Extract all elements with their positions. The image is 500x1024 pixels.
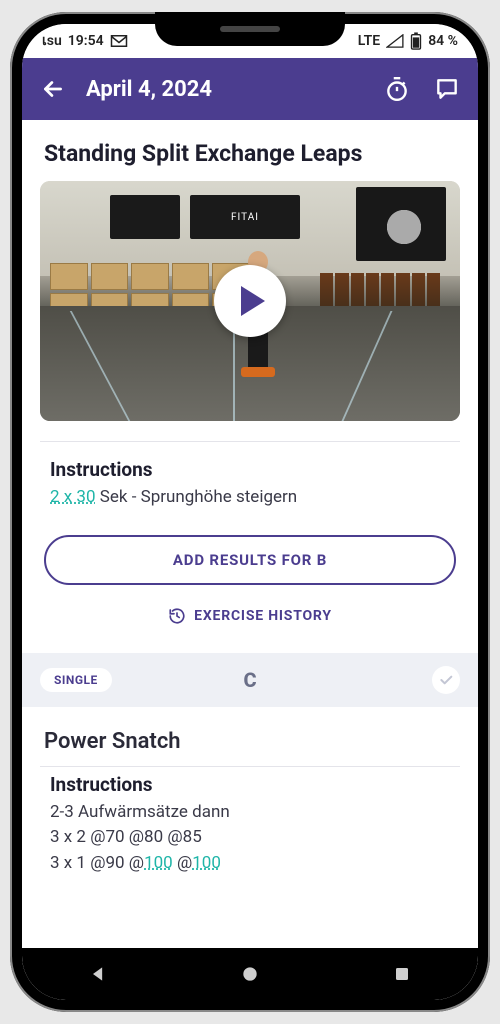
video-banner-text: FITAI: [190, 195, 300, 239]
section-letter: C: [243, 668, 256, 692]
signal-icon: [386, 34, 404, 48]
instructions-line-3: 3 x 1 @90 @100 @100: [50, 851, 450, 877]
nav-back-button[interactable]: [78, 954, 118, 994]
network-label: LTE: [358, 33, 380, 49]
gmail-icon: [110, 34, 128, 48]
sets-reps-rest: Sek - Sprunghöhe steigern: [96, 487, 298, 507]
exercise2-title: Power Snatch: [22, 707, 478, 764]
chat-icon: [434, 76, 460, 102]
back-button[interactable]: [36, 72, 70, 106]
instructions-heading: Instructions: [50, 458, 450, 481]
stopwatch-icon: [384, 76, 410, 102]
exercise-history-button[interactable]: EXERCISE HISTORY: [22, 607, 478, 625]
sets-reps-link[interactable]: 2 x 30: [50, 487, 96, 507]
instructions-heading: Instructions: [50, 773, 450, 796]
history-icon: [168, 607, 186, 625]
android-nav-bar: [22, 948, 478, 1000]
battery-percent: 84 %: [428, 33, 458, 49]
play-icon: [241, 286, 265, 316]
nav-home-button[interactable]: [230, 954, 270, 994]
instructions-line-1: 2-3 Aufwärmsätze dann: [50, 800, 450, 826]
instructions-text: 2 x 30 Sek - Sprunghöhe steigern: [50, 485, 450, 511]
circle-home-icon: [240, 964, 260, 984]
main-content[interactable]: Standing Split Exchange Leaps FITAI: [22, 120, 478, 948]
square-recent-icon: [393, 965, 411, 983]
section-header-c[interactable]: SINGLE C: [22, 653, 478, 707]
chat-button[interactable]: [430, 72, 464, 106]
add-results-label: ADD RESULTS FOR B: [173, 551, 327, 569]
section-chip-single: SINGLE: [40, 668, 112, 692]
exercise-title: Standing Split Exchange Leaps: [22, 120, 478, 181]
add-results-button[interactable]: ADD RESULTS FOR B: [44, 535, 456, 585]
section-complete-toggle[interactable]: [432, 666, 460, 694]
page-title: April 4, 2024: [86, 77, 364, 102]
phone-device-frame: เsu 19:54 LTE 84 % April 4, 2024: [10, 12, 490, 1012]
instructions-block: Instructions 2 x 30 Sek - Sprunghöhe ste…: [22, 442, 478, 529]
carrier-label: เsu: [42, 30, 62, 52]
weight-link-2[interactable]: 100: [192, 853, 221, 873]
nav-recent-button[interactable]: [382, 954, 422, 994]
history-label: EXERCISE HISTORY: [194, 608, 332, 624]
arrow-left-icon: [40, 76, 66, 102]
weight-link-1[interactable]: 100: [144, 853, 173, 873]
status-time: 19:54: [68, 33, 104, 49]
triangle-back-icon: [88, 964, 108, 984]
timer-button[interactable]: [380, 72, 414, 106]
play-button[interactable]: [214, 265, 286, 337]
device-notch: [155, 12, 345, 46]
check-icon: [438, 672, 454, 688]
instructions-line-2: 3 x 2 @70 @80 @85: [50, 825, 450, 851]
exercise-video-thumbnail[interactable]: FITAI: [40, 181, 460, 421]
exercise2-instructions: Instructions 2-3 Aufwärmsätze dann 3 x 2…: [22, 767, 478, 877]
screen: เsu 19:54 LTE 84 % April 4, 2024: [22, 24, 478, 1000]
app-bar: April 4, 2024: [22, 58, 478, 120]
battery-icon: [410, 32, 422, 50]
